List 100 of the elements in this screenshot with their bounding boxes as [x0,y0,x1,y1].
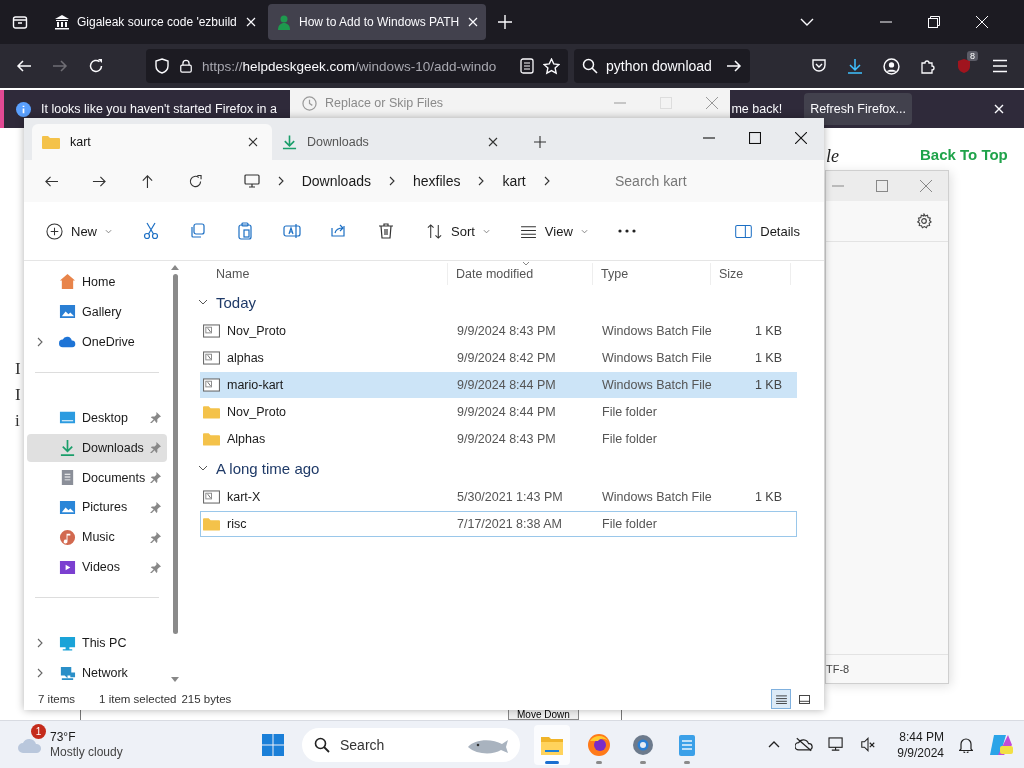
pin-icon[interactable] [150,442,161,454]
pocket-icon[interactable] [811,58,827,74]
reload-icon[interactable] [88,58,104,74]
copy-icon[interactable] [189,222,207,240]
taskbar-app-button[interactable] [534,724,570,765]
pin-icon[interactable] [150,501,161,513]
column-header[interactable]: Size [711,263,791,285]
nav-item[interactable]: Downloads [27,433,167,462]
chevron-right-icon[interactable] [37,668,43,679]
file-row[interactable]: Alphas 9/9/2024 8:43 PM File folder [200,426,797,452]
taskbar-search[interactable]: Search [302,727,520,762]
scrollbar-thumb[interactable] [172,274,178,634]
browser-tab[interactable]: Gigaleak source code 'ezbuild [46,4,264,40]
column-header[interactable]: Date modified [448,263,593,285]
clock[interactable]: 8:44 PM 9/9/2024 [897,728,944,761]
chevron-right-icon[interactable] [388,176,395,186]
scroll-up-icon[interactable] [171,265,179,270]
chevron-right-icon[interactable] [277,176,284,186]
more-options-icon[interactable] [617,229,636,233]
pin-icon[interactable] [150,472,161,483]
arrow-right-icon[interactable] [726,58,742,74]
download-icon[interactable] [847,58,863,74]
search-field[interactable]: Search kart [615,166,814,196]
refresh-icon[interactable] [187,173,203,189]
star-icon[interactable] [543,57,560,75]
nav-item[interactable]: Desktop [27,403,167,432]
group-header[interactable]: Today [192,287,824,317]
sound-muted-icon[interactable] [860,737,877,752]
sort-button[interactable]: Sort [424,215,492,247]
pin-icon[interactable] [150,412,161,424]
nav-item[interactable]: This PC [27,629,167,658]
new-button[interactable]: New [44,215,114,247]
refresh-firefox-button[interactable]: Refresh Firefox... [804,93,912,125]
type-cell-text: File folder [601,517,658,531]
delete-icon[interactable] [377,222,395,240]
paste-icon[interactable] [236,222,254,240]
network-icon[interactable] [828,737,846,752]
browser-icon [587,732,611,757]
restore-icon[interactable] [928,16,940,28]
folder-icon [203,517,220,531]
scroll-down-icon[interactable] [171,677,179,682]
gear-icon [631,732,655,757]
nav-item[interactable]: Network [27,659,167,687]
close-icon[interactable] [488,137,498,147]
new-tab-icon[interactable] [534,136,546,148]
chevron-right-icon[interactable] [478,176,485,186]
group-header[interactable]: A long time ago [192,453,824,483]
nav-item[interactable]: Home [27,268,167,296]
explorer-tab[interactable]: Downloads [272,124,512,160]
close-icon[interactable] [248,137,258,147]
breadcrumb-item[interactable]: hexfiles [412,173,461,189]
nav-item[interactable]: OneDrive [27,327,167,356]
network-icon [59,664,76,682]
tab-list-icon[interactable] [12,14,28,30]
maximize-icon[interactable] [749,132,761,144]
nav-item[interactable]: Documents [27,463,167,492]
close-icon[interactable] [795,132,807,144]
temperature: 73°F [50,729,77,745]
file-row[interactable]: Nov_Proto 9/9/2024 8:44 PM File folder [200,399,797,425]
file-row[interactable]: mario-kart 9/9/2024 8:44 PM Windows Batch File 1 KB [200,372,797,398]
rename-icon[interactable] [283,222,301,240]
cloud-offline-icon[interactable] [795,737,814,752]
address-bar[interactable]: https://helpdeskgeek.com/windows-10/add-windo [146,49,568,83]
cut-icon[interactable] [142,222,160,240]
chevron-down-icon[interactable] [800,18,814,26]
chevron-up-icon[interactable] [768,741,781,748]
account-icon[interactable] [883,57,900,75]
column-header[interactable]: Type [593,263,711,285]
nav-item[interactable]: Videos [27,553,167,582]
batch-file-icon [203,378,220,392]
breadcrumb-item[interactable]: Downloads [301,173,371,189]
column-header[interactable]: Name [192,263,448,285]
reader-view-icon[interactable] [520,58,534,74]
file-row[interactable]: risc 7/17/2021 8:38 AM File folder [200,511,797,537]
back-icon[interactable] [16,58,32,74]
browser-tab[interactable]: How to Add to Windows PATH [268,4,486,40]
settings-icon[interactable] [916,213,932,229]
search-field[interactable]: python download [574,49,750,83]
nav-item[interactable]: Gallery [27,297,167,326]
folder-icon [203,405,220,419]
chevron-right-icon[interactable] [37,336,43,347]
details-button[interactable]: Details [733,215,802,247]
chevron-right-icon[interactable] [543,176,550,186]
bell-icon[interactable] [959,736,973,753]
file-row[interactable]: alphas 9/9/2024 8:42 PM Windows Batch File 1 KB [200,345,797,371]
file-row[interactable]: Nov_Proto 9/9/2024 8:43 PM Windows Batch File 1 KB [200,318,797,344]
explorer-tab[interactable]: kart [32,124,272,160]
file-row[interactable]: kart-X 5/30/2021 1:43 PM Windows Batch File 1 KB [200,484,797,510]
details-view-button[interactable] [771,689,791,709]
pin-icon[interactable] [150,531,161,543]
view-button[interactable]: View [517,215,590,247]
chevron-right-icon[interactable] [37,638,43,649]
nav-item[interactable]: Music [27,523,167,552]
extensions-icon[interactable] [920,58,936,74]
breadcrumb-item[interactable]: kart [502,173,526,189]
nav-item[interactable]: Pictures [27,493,167,522]
menu-icon[interactable] [992,59,1008,73]
pin-icon[interactable] [150,561,161,573]
share-icon[interactable] [330,222,348,240]
address-bar[interactable]: Downloads hexfiles kart [231,164,582,198]
